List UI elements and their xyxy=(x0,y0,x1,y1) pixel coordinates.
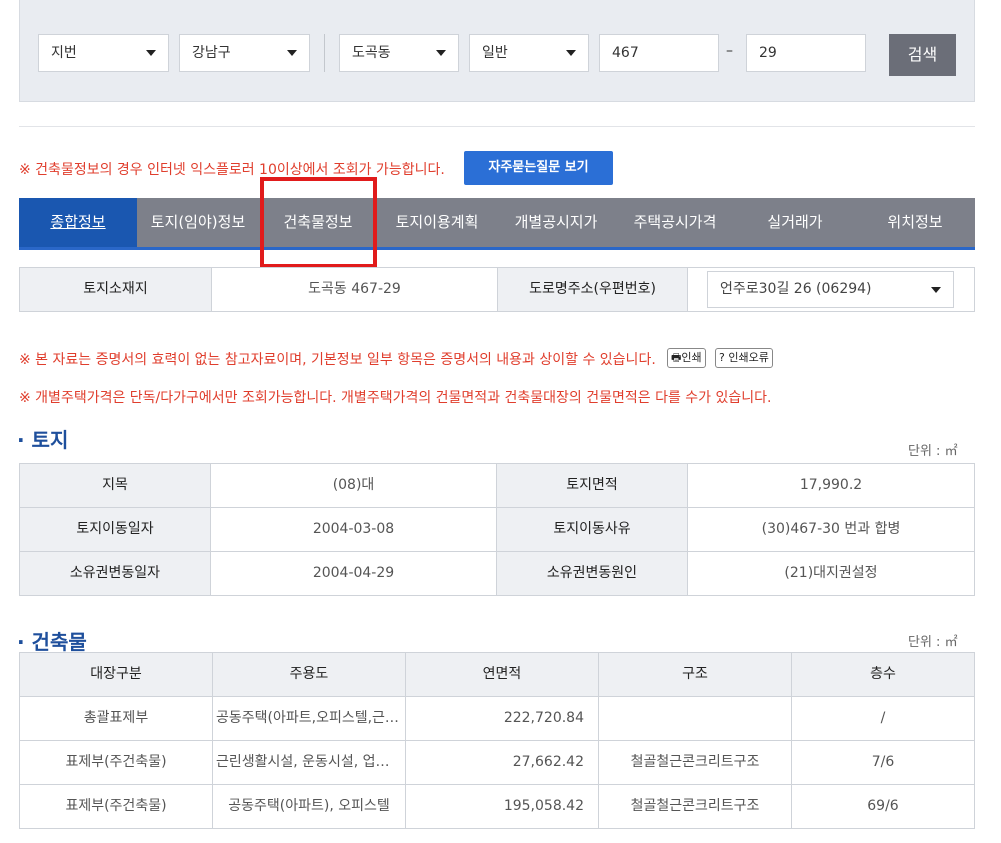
building-header-floors: 층수 xyxy=(792,653,975,697)
building-row-3-use: 공동주택(아파트), 오피스텔 xyxy=(213,785,406,829)
building-row-1-floors: / xyxy=(792,697,975,741)
land-label-area: 토지면적 xyxy=(497,464,688,508)
district-select[interactable]: 강남구 xyxy=(179,34,310,72)
building-header-use: 주용도 xyxy=(213,653,406,697)
land-value-move-reason: (30)467-30 번과 합병 xyxy=(688,508,975,552)
road-address-select[interactable]: 언주로30길 26 (06294) xyxy=(707,271,954,308)
separator-line xyxy=(19,126,975,127)
building-row-2-structure: 철골철근콘크리트구조 xyxy=(599,741,792,785)
building-section-title: · 건축물 xyxy=(17,630,87,654)
building-row-3-area: 195,058.42 xyxy=(406,785,599,829)
lot-type-select[interactable]: 지번 xyxy=(38,34,169,72)
land-label-move-reason: 토지이동사유 xyxy=(497,508,688,552)
land-label-jimok: 지목 xyxy=(20,464,211,508)
dropdown-arrow-icon xyxy=(287,50,297,56)
sub-number-input[interactable]: 29 xyxy=(746,34,866,72)
building-row-3-structure: 철골철근콘크리트구조 xyxy=(599,785,792,829)
tab-real-transaction[interactable]: 실거래가 xyxy=(735,198,855,247)
land-kind-select[interactable]: 일반 xyxy=(469,34,589,72)
info-tabs: 종합정보 토지(임야)정보 건축물정보 토지이용계획 개별공시지가 주택공시가격… xyxy=(19,198,975,250)
land-label-owner-date: 소유권변동일자 xyxy=(20,552,211,596)
land-label-move-date: 토지이동일자 xyxy=(20,508,211,552)
printer-icon: 🖶 xyxy=(671,351,682,364)
land-location-label: 토지소재지 xyxy=(20,268,211,311)
building-row-2-ledger: 표제부(주건축물) xyxy=(20,741,213,785)
building-header-ledger: 대장구분 xyxy=(20,653,213,697)
building-table: 대장구분 주용도 연면적 구조 층수 총괄표제부 공동주택(아파트,오피스텔,근… xyxy=(19,652,975,829)
land-value-owner-cause: (21)대지권설정 xyxy=(688,552,975,596)
tab-land-info[interactable]: 토지(임야)정보 xyxy=(137,198,259,247)
building-row-1-area: 222,720.84 xyxy=(406,697,599,741)
land-section-title: · 토지 xyxy=(17,428,69,452)
district-value: 강남구 xyxy=(192,45,231,61)
land-value-owner-date: 2004-04-29 xyxy=(211,552,497,596)
faq-button[interactable]: 자주묻는질문 보기 xyxy=(464,151,613,185)
print-error-button[interactable]: ? 인쇄오류 xyxy=(715,348,773,368)
road-address-value: 언주로30길 26 (06294) xyxy=(720,281,872,297)
dropdown-arrow-icon xyxy=(566,50,576,56)
ie-notice: ※ 건축물정보의 경우 인터넷 익스플로러 10이상에서 조회가 가능합니다. xyxy=(19,162,445,178)
building-row-1-structure xyxy=(599,697,792,741)
land-location-value: 도곡동 467-29 xyxy=(211,268,497,311)
tab-location-info[interactable]: 위치정보 xyxy=(855,198,975,247)
print-button[interactable]: 🖶인쇄 xyxy=(667,348,706,368)
land-value-jimok: (08)대 xyxy=(211,464,497,508)
tab-summary[interactable]: 종합정보 xyxy=(19,198,137,247)
search-button[interactable]: 검색 xyxy=(889,34,956,76)
dropdown-arrow-icon xyxy=(146,50,156,56)
house-price-notice: ※ 개별주택가격은 단독/다가구에서만 조회가능합니다. 개별주택가격의 건물면… xyxy=(19,390,772,406)
building-row-2-floors: 7/6 xyxy=(792,741,975,785)
land-table: 지목 (08)대 토지면적 17,990.2 토지이동일자 2004-03-08… xyxy=(19,463,975,596)
number-dash: – xyxy=(726,43,733,59)
building-unit: 단위 : ㎡ xyxy=(908,635,958,650)
print-label: 인쇄 xyxy=(681,351,702,364)
land-unit: 단위 : ㎡ xyxy=(908,444,958,459)
building-row-1-ledger: 총괄표제부 xyxy=(20,697,213,741)
search-divider xyxy=(324,34,325,72)
dong-value: 도곡동 xyxy=(352,45,391,61)
main-number-input[interactable]: 467 xyxy=(599,34,719,72)
main-number-value: 467 xyxy=(612,45,639,61)
tab-land-use-plan[interactable]: 토지이용계획 xyxy=(377,198,497,247)
dropdown-arrow-icon xyxy=(436,50,446,56)
building-header-structure: 구조 xyxy=(599,653,792,697)
land-label-owner-cause: 소유권변동원인 xyxy=(497,552,688,596)
tab-land-price[interactable]: 개별공시지가 xyxy=(497,198,615,247)
building-row-2-use: 근린생활시설, 운동시설, 업… xyxy=(213,741,406,785)
dropdown-arrow-icon xyxy=(931,287,941,293)
building-row-3-ledger: 표제부(주건축물) xyxy=(20,785,213,829)
land-value-move-date: 2004-03-08 xyxy=(211,508,497,552)
building-row-3-floors: 69/6 xyxy=(792,785,975,829)
building-row-1-use: 공동주택(아파트,오피스텔,근… xyxy=(213,697,406,741)
building-row-2-area: 27,662.42 xyxy=(406,741,599,785)
sub-number-value: 29 xyxy=(759,45,777,61)
land-kind-value: 일반 xyxy=(482,45,508,61)
lot-type-value: 지번 xyxy=(51,45,77,61)
reference-notice: ※ 본 자료는 증명서의 효력이 없는 참고자료이며, 기본정보 일부 항목은 … xyxy=(19,352,656,368)
building-header-area: 연면적 xyxy=(406,653,599,697)
road-address-label: 도로명주소(우편번호) xyxy=(497,268,688,311)
highlight-box xyxy=(260,177,377,268)
dong-select[interactable]: 도곡동 xyxy=(339,34,459,72)
land-value-area: 17,990.2 xyxy=(688,464,975,508)
tab-housing-price[interactable]: 주택공시가격 xyxy=(615,198,735,247)
